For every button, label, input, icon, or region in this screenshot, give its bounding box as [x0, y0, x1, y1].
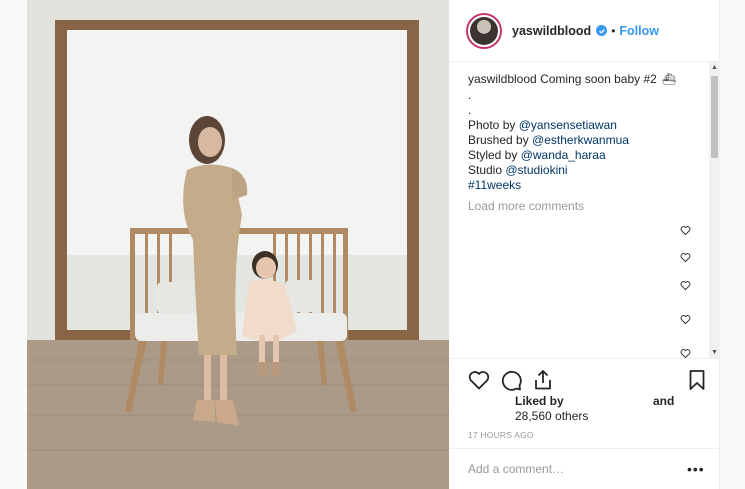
- heart-icon[interactable]: [467, 368, 491, 392]
- scroll-up-arrow-icon[interactable]: ▲: [709, 62, 720, 73]
- post-detail-panel: yaswildblood • Follow yaswildblood Comin…: [449, 0, 720, 489]
- caption-spacer: .: [468, 88, 472, 102]
- mention-link[interactable]: @studiokini: [505, 163, 567, 177]
- comments-scrollbar[interactable]: ▲ ▼: [709, 62, 720, 358]
- mention-link[interactable]: @wanda_haraa: [521, 148, 606, 162]
- credit-label: Photo by: [468, 118, 519, 132]
- ship-emoji-icon: ⛴: [662, 74, 677, 86]
- avatar-image: [470, 16, 498, 45]
- load-more-comments-button[interactable]: Load more comments: [468, 199, 720, 213]
- caption-username[interactable]: yaswildblood: [468, 72, 537, 86]
- mention-link[interactable]: @yansensetiawan: [519, 118, 617, 132]
- right-gutter: [720, 0, 745, 489]
- hashtag-link[interactable]: #11weeks: [468, 178, 700, 193]
- share-icon[interactable]: [531, 368, 555, 392]
- caption-text: Coming soon baby #2: [540, 72, 657, 86]
- credit-label: Styled by: [468, 148, 521, 162]
- post-photo[interactable]: [27, 0, 449, 489]
- likes-summary: Liked by 28,560 others: [515, 394, 588, 424]
- likes-count-link[interactable]: 28,560 others: [515, 409, 588, 424]
- liked-by-label: Liked by: [515, 394, 564, 408]
- post-header: yaswildblood • Follow: [449, 0, 720, 62]
- credit-label: Studio: [468, 163, 506, 177]
- left-gutter: [0, 0, 27, 489]
- more-options-button[interactable]: •••: [687, 461, 705, 477]
- avatar[interactable]: [466, 12, 502, 49]
- follow-separator: •: [611, 23, 616, 38]
- add-comment-input[interactable]: [468, 462, 668, 476]
- comment-bubble-icon[interactable]: [499, 368, 523, 392]
- heart-icon[interactable]: [680, 252, 691, 263]
- scrollbar-thumb[interactable]: [711, 76, 718, 158]
- caption: yaswildblood Coming soon baby #2 ⛴ . . P…: [468, 72, 700, 193]
- post-timestamp[interactable]: 17 HOURS AGO: [468, 430, 534, 440]
- heart-icon[interactable]: [680, 314, 691, 325]
- heart-icon[interactable]: [680, 225, 691, 236]
- photo-illustration: [27, 0, 449, 489]
- add-comment-bar: •••: [449, 448, 720, 489]
- likes-and-label: and: [653, 394, 675, 408]
- verified-badge-icon: [596, 25, 608, 36]
- action-bar: Liked by 28,560 others and 17 HOURS AGO: [449, 358, 720, 446]
- mention-link[interactable]: @estherkwanmua: [532, 133, 629, 147]
- bookmark-icon[interactable]: [685, 368, 709, 392]
- caption-spacer: .: [468, 103, 472, 117]
- username-link[interactable]: yaswildblood: [512, 24, 591, 38]
- heart-icon[interactable]: [680, 280, 691, 291]
- scroll-down-arrow-icon[interactable]: ▼: [709, 347, 720, 358]
- follow-button[interactable]: Follow: [619, 24, 659, 38]
- credit-label: Brushed by: [468, 133, 533, 147]
